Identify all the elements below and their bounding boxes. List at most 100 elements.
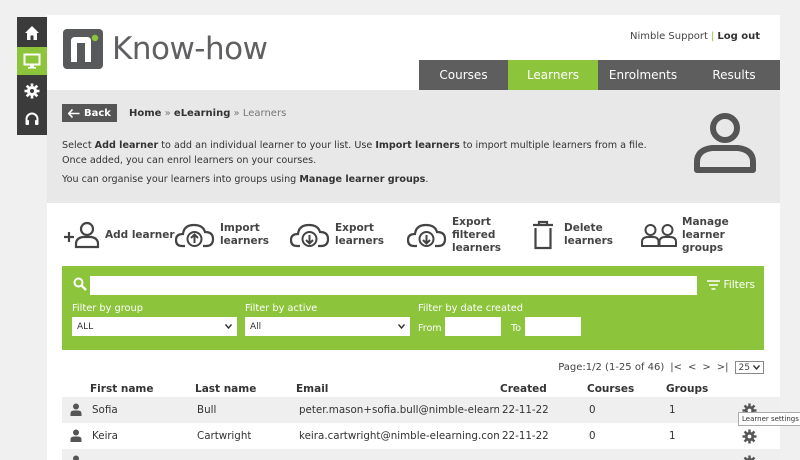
table-row[interactable]: Keira Cartwright keira.cartwright@nimble… xyxy=(62,423,780,449)
filters-toggle[interactable]: Filters xyxy=(706,279,755,291)
tab-courses[interactable]: Courses xyxy=(419,60,508,90)
tab-enrolments[interactable]: Enrolments xyxy=(598,60,688,90)
home-button[interactable] xyxy=(17,19,47,47)
filter-active-select[interactable]: All xyxy=(245,317,410,336)
person-icon xyxy=(70,403,82,416)
gear-icon xyxy=(24,83,40,99)
arrow-left-icon xyxy=(68,108,80,118)
logo[interactable]: Know-how xyxy=(63,29,268,69)
support-button[interactable] xyxy=(17,105,47,133)
date-to-label: To xyxy=(511,323,522,334)
brand-name: Know-how xyxy=(112,31,268,67)
manage-learner-groups-label: Manage learner groups xyxy=(682,215,729,254)
cloud-download-icon xyxy=(407,223,447,248)
main-tabs: Courses Learners Enrolments Results xyxy=(419,60,780,90)
col-email[interactable]: Email xyxy=(296,383,328,395)
next-page-button[interactable]: > xyxy=(702,362,710,373)
cloud-download-icon xyxy=(290,223,330,248)
elearning-button[interactable] xyxy=(17,47,47,75)
cell-groups: 1 xyxy=(669,404,676,416)
chevron-down-icon xyxy=(753,365,760,370)
top-links: Nimble Support | Log out xyxy=(630,31,760,42)
export-filtered-learners-button[interactable]: Export filtered learners xyxy=(407,205,501,265)
breadcrumb: Back Home » eLearning » Learners xyxy=(62,104,286,122)
export-learners-button[interactable]: Export learners xyxy=(290,205,384,265)
desc-text: Once added, you can enrol learners on yo… xyxy=(62,154,317,166)
settings-button[interactable] xyxy=(17,77,47,105)
learner-settings-gear-icon[interactable] xyxy=(742,455,757,460)
col-courses[interactable]: Courses xyxy=(587,383,634,395)
breadcrumb-elearning[interactable]: eLearning xyxy=(174,108,230,119)
date-from-label: From xyxy=(418,323,442,334)
learner-person-icon xyxy=(694,113,756,173)
manage-learner-groups-button[interactable]: Manage learner groups xyxy=(641,205,729,265)
breadcrumb-sep: » xyxy=(233,107,240,119)
home-icon xyxy=(25,26,39,40)
export-learners-label: Export learners xyxy=(335,222,385,247)
support-link[interactable]: Nimble Support xyxy=(630,31,708,42)
cell-last-name: Bull xyxy=(197,404,217,416)
first-page-button[interactable]: |< xyxy=(670,362,682,373)
date-to-input[interactable] xyxy=(525,317,581,336)
back-button[interactable]: Back xyxy=(62,104,117,122)
desc-bold: Add learner xyxy=(94,140,159,151)
cloud-upload-icon xyxy=(175,223,215,248)
cell-created: 22-11-22 xyxy=(502,404,549,416)
date-from-input[interactable] xyxy=(445,317,501,336)
search-icon xyxy=(73,277,87,291)
info-section: Back Home » eLearning » Learners Select … xyxy=(47,90,780,203)
page-size-select[interactable]: 25 xyxy=(734,361,764,374)
learner-settings-tooltip: Learner settings xyxy=(738,412,800,426)
delete-learners-label: Delete learners xyxy=(564,222,614,247)
pagination: Page:1/2 (1-25 of 46) |< < > >| 25 xyxy=(558,361,764,374)
action-toolbar: Add learner Import learners Export learner… xyxy=(47,205,780,270)
col-last-name[interactable]: Last name xyxy=(195,383,256,395)
add-learner-button[interactable]: Add learner xyxy=(63,205,175,265)
filter-panel: Filters Filter by group ALL Filter by ac… xyxy=(62,266,764,350)
add-person-icon xyxy=(64,221,100,249)
monitor-icon xyxy=(23,53,41,69)
logout-link[interactable]: Log out xyxy=(717,31,760,42)
filter-group-value: ALL xyxy=(77,321,94,332)
table-row[interactable]: Sofia Bull peter.mason+sofia.bull@nimble… xyxy=(62,397,780,423)
learner-settings-gear-icon[interactable] xyxy=(742,429,757,444)
breadcrumb-current: Learners xyxy=(242,107,287,119)
cell-email: peter.mason+sofia.bull@nimble-elearning.… xyxy=(299,404,499,416)
tab-learners[interactable]: Learners xyxy=(508,60,598,90)
search-input[interactable] xyxy=(90,276,697,295)
col-created[interactable]: Created xyxy=(500,383,547,395)
logo-mark xyxy=(63,29,103,69)
export-filtered-learners-label: Export filtered learners xyxy=(452,215,502,254)
cell-last-name: Cartwright xyxy=(197,430,252,442)
filter-active-label: Filter by active xyxy=(245,303,318,314)
filter-group-label: Filter by group xyxy=(72,303,143,314)
desc-text: Select xyxy=(62,140,95,151)
filter-lines-icon xyxy=(706,280,720,290)
delete-learners-button[interactable]: Delete learners xyxy=(531,205,613,265)
cell-groups: 1 xyxy=(669,430,676,442)
cell-first-name: Sofia xyxy=(92,404,118,416)
main-panel: Know-how Nimble Support | Log out Courses … xyxy=(47,15,780,460)
prev-page-button[interactable]: < xyxy=(688,362,696,373)
cell-courses: 0 xyxy=(589,430,596,442)
page-info: Page:1/2 (1-25 of 46) xyxy=(558,362,665,373)
cell-courses: 0 xyxy=(589,404,596,416)
desc-text: You can organise your learners into grou… xyxy=(62,174,300,185)
filter-group-select[interactable]: ALL xyxy=(72,317,237,336)
breadcrumb-home[interactable]: Home xyxy=(129,108,161,119)
breadcrumb-trail: Home » eLearning » Learners xyxy=(129,108,286,119)
col-first-name[interactable]: First name xyxy=(90,383,154,395)
group-icon xyxy=(641,224,677,247)
desc-text: . xyxy=(425,174,429,185)
link-separator: | xyxy=(710,31,715,42)
page-description: Select Add learner to add an individual … xyxy=(62,139,662,188)
filter-date-label: Filter by date created xyxy=(418,303,524,314)
trash-icon xyxy=(533,220,553,250)
last-page-button[interactable]: >| xyxy=(717,362,729,373)
table-row[interactable] xyxy=(62,449,780,460)
chevron-down-icon xyxy=(398,324,405,329)
tab-results[interactable]: Results xyxy=(688,60,780,90)
person-icon xyxy=(73,455,79,460)
col-groups[interactable]: Groups xyxy=(666,383,708,395)
import-learners-button[interactable]: Import learners xyxy=(175,205,269,265)
